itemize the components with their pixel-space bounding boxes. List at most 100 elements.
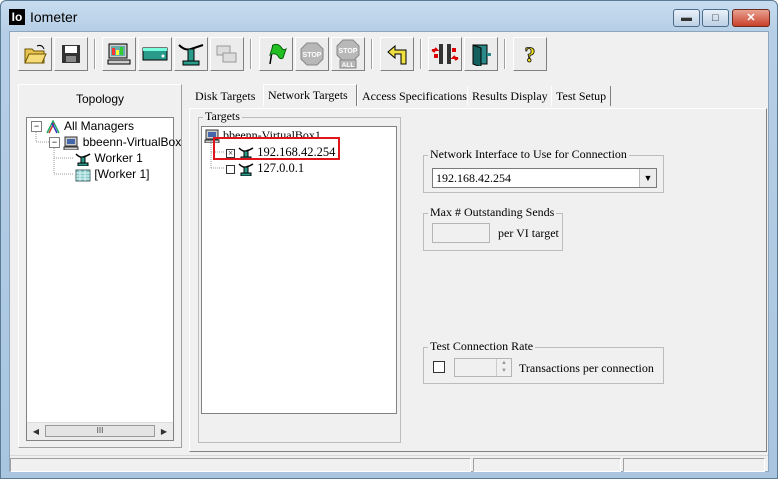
stop-all-tests-button[interactable]: STOP ALL — [331, 37, 365, 71]
network-interface-value: 192.168.42.254 — [436, 171, 511, 185]
target-item-127-0-0-1[interactable]: 127.0.0.1 — [226, 160, 305, 177]
tree-item-disk-worker[interactable]: [Worker 1] — [75, 166, 149, 182]
svg-text:STOP: STOP — [339, 48, 358, 55]
toolbar-separator — [250, 39, 252, 69]
minimize-button[interactable]: ▬ — [673, 9, 700, 27]
toolbar-separator — [504, 39, 506, 69]
open-folder-icon — [24, 44, 47, 64]
svg-text:STOP: STOP — [303, 52, 322, 59]
reset-workers-button[interactable] — [380, 37, 414, 71]
main-client-area: STOP STOP ALL ? Topology − All Managers … — [9, 31, 769, 472]
targets-tree[interactable]: bbeenn-VirtualBox1 × 192.168.42.254 127.… — [201, 126, 397, 414]
max-outstanding-sends-label: Max # Outstanding Sends — [428, 205, 557, 220]
tree-item-manager[interactable]: − bbeenn-VirtualBox — [49, 134, 182, 151]
targets-group-label: Targets — [203, 109, 242, 124]
scroll-left-arrow-icon[interactable]: ◀ — [29, 425, 43, 438]
manager-computer-icon — [63, 136, 79, 151]
new-network-worker-icon — [178, 44, 204, 66]
target-checkbox-checked[interactable]: × — [226, 148, 235, 158]
per-vi-target-label: per VI target — [498, 226, 559, 240]
network-interface-group: Network Interface to Use for Connection … — [423, 147, 664, 193]
target-item-192-168-42-254[interactable]: × 192.168.42.254 — [226, 144, 335, 161]
tree-item-label: [Worker 1] — [94, 167, 150, 181]
network-worker-icon — [75, 153, 91, 167]
tab-results-display[interactable]: Results Display — [467, 86, 551, 106]
status-pane-3 — [623, 458, 765, 472]
network-target-icon — [238, 147, 254, 161]
title-bar[interactable]: Io Iometer ▬ □ ✕ — [1, 1, 777, 31]
test-connection-rate-checkbox[interactable] — [433, 361, 445, 373]
tab-network-targets[interactable]: Network Targets — [263, 84, 357, 106]
start-disk-worker-button[interactable] — [138, 37, 172, 71]
tab-access-specifications[interactable]: Access Specifications — [357, 86, 467, 106]
exit-icon — [472, 44, 491, 66]
tree-item-all-managers[interactable]: − All Managers — [31, 118, 134, 134]
save-disk-icon — [62, 45, 80, 63]
target-checkbox-unchecked[interactable] — [226, 164, 235, 174]
network-interface-select[interactable]: 192.168.42.254 ▼ — [432, 168, 657, 188]
svg-text:ALL: ALL — [342, 62, 355, 69]
iometer-app-icon[interactable]: Io — [9, 9, 25, 25]
status-bar — [10, 455, 768, 473]
tree-item-label: Worker 1 — [94, 151, 143, 165]
tree-item-worker[interactable]: Worker 1 — [75, 150, 143, 167]
collapse-toggle[interactable]: − — [49, 137, 60, 149]
window-title: Iometer — [30, 9, 78, 25]
stop-test-button[interactable]: STOP — [295, 37, 329, 71]
target-item-label: 127.0.0.1 — [257, 161, 305, 175]
test-connection-rate-group: Test Connection Rate ▲ ▼ Transactions per… — [423, 339, 664, 384]
tree-item-label: bbeenn-VirtualBox — [82, 135, 182, 149]
transactions-per-connection-label: Transactions per connection — [519, 361, 654, 375]
toolbar: STOP STOP ALL ? — [10, 32, 768, 78]
network-targets-panel: Targets bbeenn-VirtualBox1 × 192.168.42.… — [189, 108, 767, 452]
display-icon — [107, 43, 131, 65]
display-button[interactable] — [102, 37, 136, 71]
topology-tree[interactable]: − All Managers − bbeenn-VirtualBox Worke… — [26, 117, 181, 441]
spin-buttons-icon[interactable]: ▲ ▼ — [496, 359, 511, 376]
toolbar-separator — [420, 39, 422, 69]
close-button[interactable]: ✕ — [732, 9, 770, 27]
duplicate-worker-button[interactable] — [210, 37, 244, 71]
start-tests-button[interactable] — [259, 37, 293, 71]
status-pane-main — [10, 458, 471, 472]
network-target-icon — [238, 163, 254, 177]
exit-button[interactable] — [464, 37, 498, 71]
toolbar-separator — [94, 39, 96, 69]
tab-test-setup[interactable]: Test Setup — [551, 86, 611, 106]
reset-workers-icon — [387, 44, 407, 65]
topology-horizontal-scrollbar[interactable]: ◀ III ▶ — [27, 422, 173, 440]
targets-group: Targets bbeenn-VirtualBox1 × 192.168.42.… — [198, 109, 401, 443]
help-button[interactable]: ? — [513, 37, 547, 71]
disconnect-button[interactable] — [428, 37, 462, 71]
all-managers-icon — [46, 119, 61, 134]
start-flag-icon — [269, 43, 287, 65]
stop-icon: STOP — [300, 42, 324, 66]
topology-header: Topology — [75, 92, 125, 106]
open-config-button[interactable] — [18, 37, 52, 71]
topology-pane: Topology − All Managers − bbeenn-Virtual… — [18, 84, 182, 448]
scroll-thumb[interactable]: III — [45, 425, 155, 437]
tab-disk-targets[interactable]: Disk Targets — [191, 86, 263, 106]
max-outstanding-sends-group: Max # Outstanding Sends per VI target — [423, 205, 563, 251]
disk-worker-icon — [75, 169, 91, 182]
start-network-worker-button[interactable] — [174, 37, 208, 71]
target-root-label: bbeenn-VirtualBox1 — [223, 128, 321, 142]
save-results-button[interactable] — [54, 37, 88, 71]
test-connection-rate-label: Test Connection Rate — [428, 339, 536, 354]
help-icon: ? — [524, 42, 536, 66]
transactions-per-connection-input[interactable]: ▲ ▼ — [454, 358, 512, 377]
disconnect-icon — [431, 44, 459, 64]
max-outstanding-sends-input[interactable] — [432, 223, 490, 243]
stop-all-icon: STOP ALL — [336, 39, 360, 69]
iometer-window: Io Iometer ▬ □ ✕ STOP STOP ALL ? Topolog… — [0, 0, 778, 479]
tree-item-label: All Managers — [64, 119, 135, 133]
new-disk-worker-icon — [142, 47, 168, 61]
toolbar-separator — [371, 39, 373, 69]
duplicate-worker-icon — [216, 45, 237, 63]
scroll-right-arrow-icon[interactable]: ▶ — [157, 425, 171, 438]
network-interface-group-label: Network Interface to Use for Connection — [428, 147, 629, 162]
chevron-down-icon[interactable]: ▼ — [639, 169, 656, 187]
maximize-button[interactable]: □ — [702, 9, 729, 27]
collapse-toggle[interactable]: − — [31, 121, 42, 133]
status-pane-2 — [473, 458, 621, 472]
